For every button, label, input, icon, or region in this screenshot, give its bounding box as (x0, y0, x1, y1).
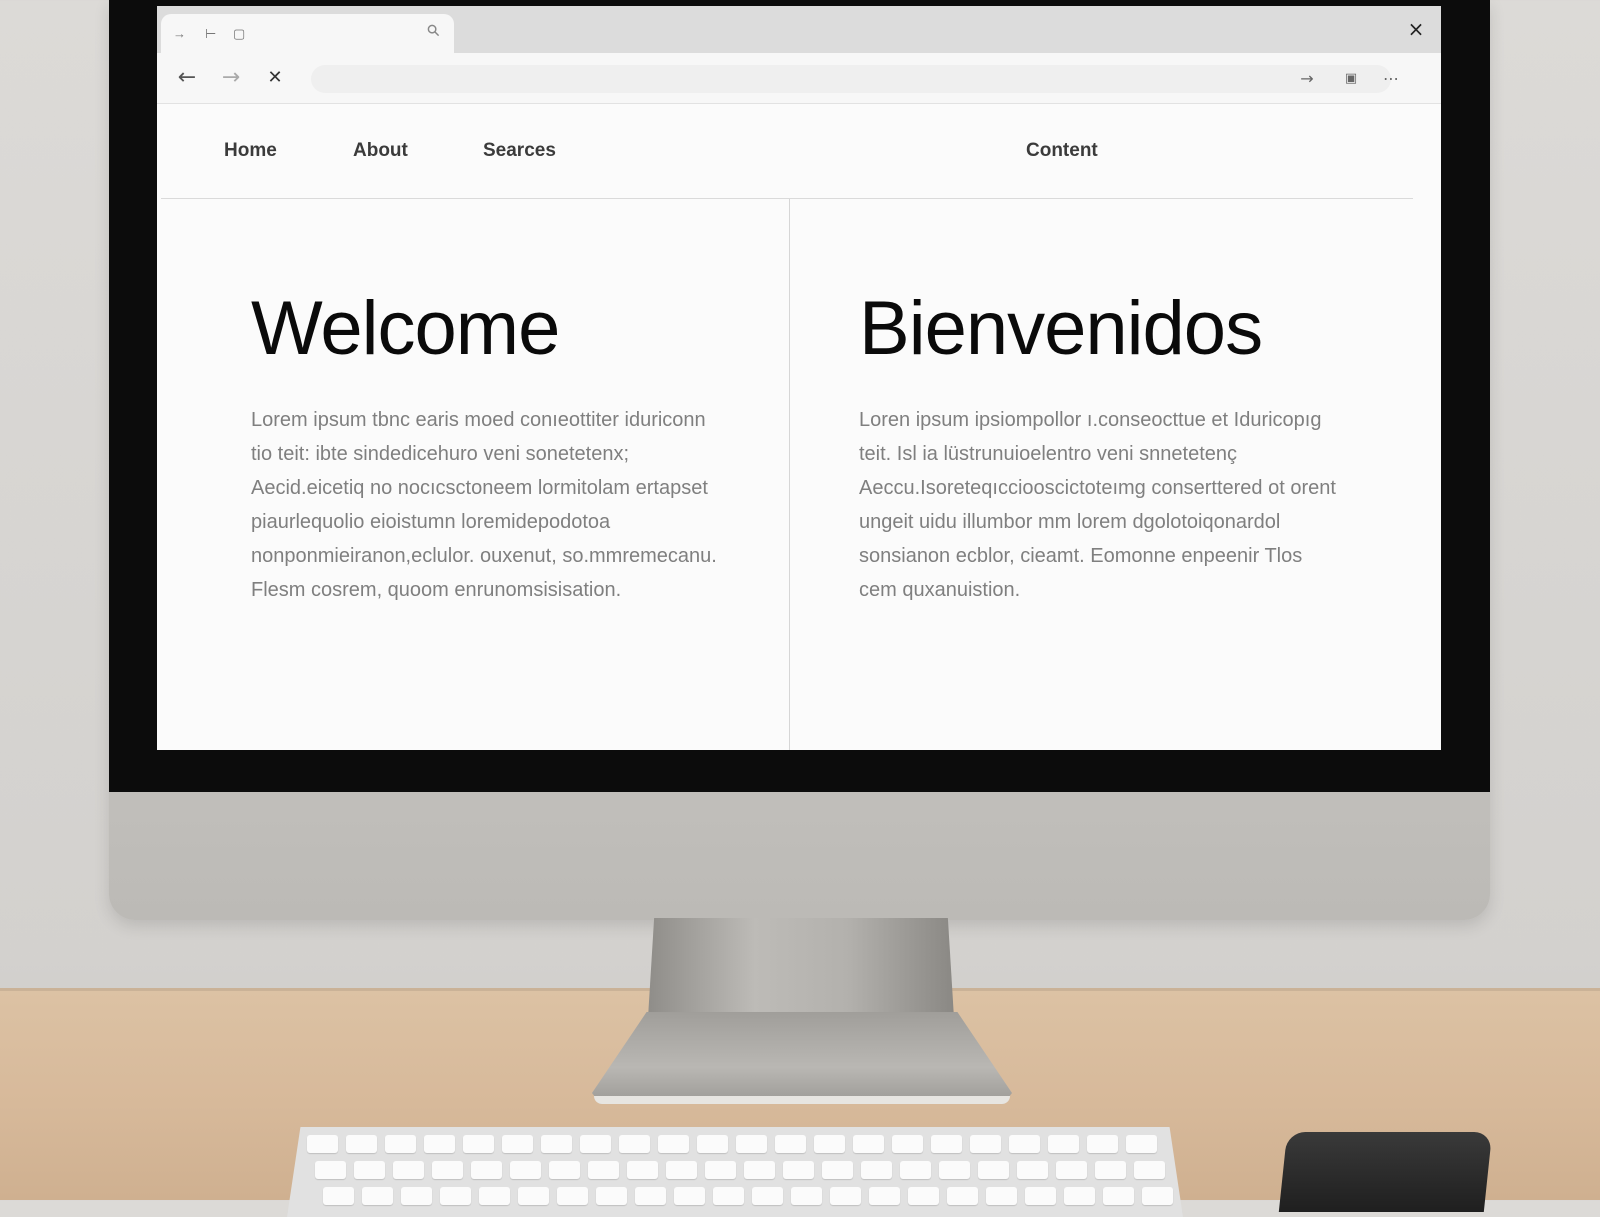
bienvenidos-body-text: Loren ipsum ipsiompollor ı.conseocttue e… (859, 409, 1336, 601)
page-content: Welcome Lorem ipsum tbnc earis moed conı… (157, 199, 1441, 750)
nav-link-content[interactable]: Content (1026, 140, 1098, 162)
tab-strip: → ⊢ ▢ × (157, 6, 1441, 53)
monitor-stand-foot (592, 1012, 1012, 1104)
keyboard-row (323, 1187, 1173, 1205)
menu-icon[interactable]: ⋯ (1381, 69, 1401, 89)
keyboard (287, 1127, 1183, 1217)
tab-pin-icon: ⊢ (205, 26, 217, 41)
browser-toolbar: ← → ✕ → ▣ ⋯ (157, 53, 1441, 104)
close-icon[interactable]: × (1405, 18, 1427, 40)
welcome-heading: Welcome (251, 286, 560, 371)
nav-link-searces[interactable]: Searces (483, 140, 556, 162)
browser-window: → ⊢ ▢ × ← → ✕ → ▣ ⋯ Home About Searces C… (157, 6, 1441, 750)
back-button[interactable]: ← (173, 64, 201, 92)
forward-button[interactable]: → (217, 64, 245, 92)
keyboard-row (315, 1161, 1165, 1179)
address-bar[interactable] (311, 65, 1391, 93)
extension-icon[interactable]: ▣ (1341, 69, 1361, 89)
bienvenidos-heading: Bienvenidos (859, 286, 1263, 371)
monitor-stand-neck (648, 918, 954, 1018)
nav-link-about[interactable]: About (353, 140, 408, 162)
stop-button[interactable]: ✕ (261, 64, 289, 92)
monitor-stand-edge (594, 1096, 1010, 1104)
monitor: → ⊢ ▢ × ← → ✕ → ▣ ⋯ Home About Searces C… (109, 0, 1490, 920)
monitor-bezel: → ⊢ ▢ × ← → ✕ → ▣ ⋯ Home About Searces C… (109, 0, 1490, 792)
keyboard-row (307, 1135, 1157, 1153)
search-icon[interactable] (427, 24, 440, 37)
site-nav: Home About Searces Content (161, 104, 1413, 199)
welcome-body-text: Lorem ipsum tbnc earis moed conıeottiter… (251, 409, 717, 601)
tab-page-icon: ▢ (233, 26, 246, 41)
nav-link-home[interactable]: Home (224, 140, 277, 162)
browser-tab[interactable]: → ⊢ ▢ (161, 14, 454, 53)
column-divider (789, 199, 790, 750)
smartphone (1278, 1132, 1493, 1212)
go-arrow-icon[interactable]: → (1297, 69, 1317, 89)
tab-arrow-icon: → (173, 26, 186, 41)
